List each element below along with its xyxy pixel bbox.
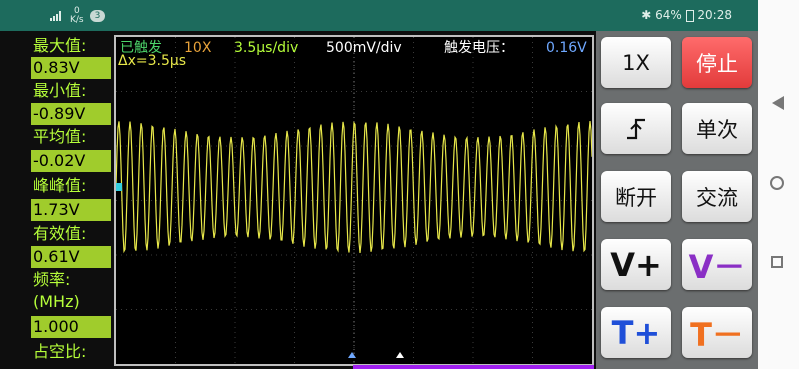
measurement-panel: 最大值: 0.83V 最小值: -0.89V 平均值: -0.02V 峰峰值: … [31, 35, 111, 369]
rms-label: 有效值: [33, 224, 87, 243]
rms-value: 0.61V [31, 246, 111, 268]
clock: 20:28 [697, 8, 732, 22]
probe-1x-button[interactable]: 1X [601, 37, 671, 88]
trigger-level-value: 0.16V [546, 40, 587, 56]
channel-marker [116, 183, 122, 191]
scope-display[interactable]: 已触发 10X 3.5μs/div 500mV/div 触发电压： 0.16V … [114, 35, 594, 366]
edge-rising-icon [627, 118, 645, 139]
time-decrease-button[interactable]: T－ [682, 307, 752, 358]
recents-icon[interactable] [771, 256, 783, 268]
min-label: 最小值: [33, 81, 87, 100]
back-icon[interactable] [772, 96, 784, 110]
volts-per-div: 500mV/div [326, 40, 402, 56]
freq-label: 频率: (MHz) [33, 270, 80, 311]
time-increase-button[interactable]: T+ [601, 307, 671, 358]
control-panel: 1X 停止 单次 断开 交流 V+ V－ T+ T－ [596, 31, 758, 369]
battery-icon [685, 9, 694, 22]
navigation-bar [758, 0, 799, 369]
freq-value: 1.000 [31, 316, 111, 338]
status-right: ✱ 64% 20:28 [641, 8, 732, 22]
single-button[interactable]: 单次 [682, 103, 752, 154]
trigger-position-marker [348, 352, 356, 358]
trigger-level-label: 触发电压： [444, 40, 514, 56]
center-position-marker [396, 352, 404, 358]
network-speed: 0 K/s [70, 7, 84, 25]
status-left: 0 K/s 3 [50, 7, 106, 25]
network-speed-unit: K/s [70, 15, 84, 25]
volt-decrease-button[interactable]: V－ [682, 239, 752, 290]
avg-value: -0.02V [31, 150, 111, 172]
probe-setting: 10X [184, 40, 212, 56]
progress-accent-bar [353, 365, 594, 369]
max-value: 0.83V [31, 57, 111, 79]
signal-icon [50, 11, 64, 21]
timebase: 3.5μs/div [234, 40, 299, 56]
notification-badge: 3 [89, 10, 106, 22]
home-icon[interactable] [770, 176, 784, 190]
volt-increase-button[interactable]: V+ [601, 239, 671, 290]
max-label: 最大值: [33, 36, 87, 55]
waveform-canvas [116, 37, 592, 364]
edge-trigger-button[interactable] [601, 103, 671, 154]
delta-x-readout: Δx=3.5μs [118, 53, 187, 69]
bluetooth-icon: ✱ [641, 8, 652, 22]
battery-level: 64% [655, 8, 682, 22]
ac-coupling-button[interactable]: 交流 [682, 171, 752, 222]
min-value: -0.89V [31, 103, 111, 125]
status-bar: 0 K/s 3 ✱ 64% 20:28 [0, 0, 758, 31]
stop-button[interactable]: 停止 [682, 37, 752, 88]
duty-label: 占空比: [33, 342, 87, 361]
vpp-value: 1.73V [31, 199, 111, 221]
vpp-label: 峰峰值: [33, 176, 87, 195]
avg-label: 平均值: [33, 127, 87, 146]
disconnect-button[interactable]: 断开 [601, 171, 671, 222]
